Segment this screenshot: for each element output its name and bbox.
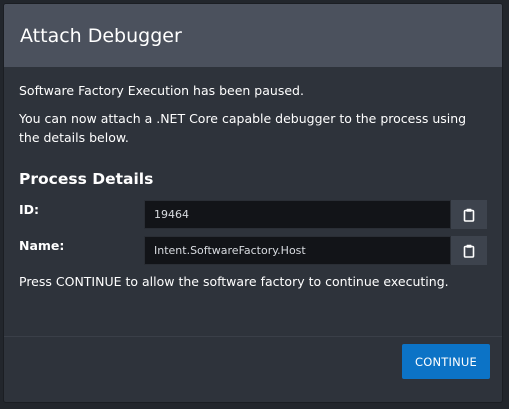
copy-id-button[interactable] xyxy=(451,200,487,229)
paused-message: Software Factory Execution has been paus… xyxy=(19,83,304,98)
attach-debugger-dialog: Attach Debugger Software Factory Executi… xyxy=(3,3,503,403)
id-label: ID: xyxy=(19,202,40,217)
field-row-name: Name: Intent.SoftwareFactory.Host xyxy=(19,236,487,265)
clipboard-icon xyxy=(463,208,475,222)
attach-message: You can now attach a .NET Core capable d… xyxy=(19,111,467,145)
id-field[interactable]: 19464 xyxy=(144,200,451,229)
section-title: Process Details xyxy=(19,170,154,188)
dialog-title: Attach Debugger xyxy=(20,24,182,47)
name-field[interactable]: Intent.SoftwareFactory.Host xyxy=(144,236,451,265)
clipboard-icon xyxy=(463,244,475,258)
footer-divider xyxy=(4,336,502,337)
continue-button[interactable]: CONTINUE xyxy=(402,344,490,379)
field-row-id: ID: 19464 xyxy=(19,200,487,229)
continue-instruction: Press CONTINUE to allow the software fac… xyxy=(19,274,449,289)
dialog-header: Attach Debugger xyxy=(4,4,502,67)
copy-name-button[interactable] xyxy=(451,236,487,265)
dialog-body: Software Factory Execution has been paus… xyxy=(4,67,502,291)
name-label: Name: xyxy=(19,238,65,253)
